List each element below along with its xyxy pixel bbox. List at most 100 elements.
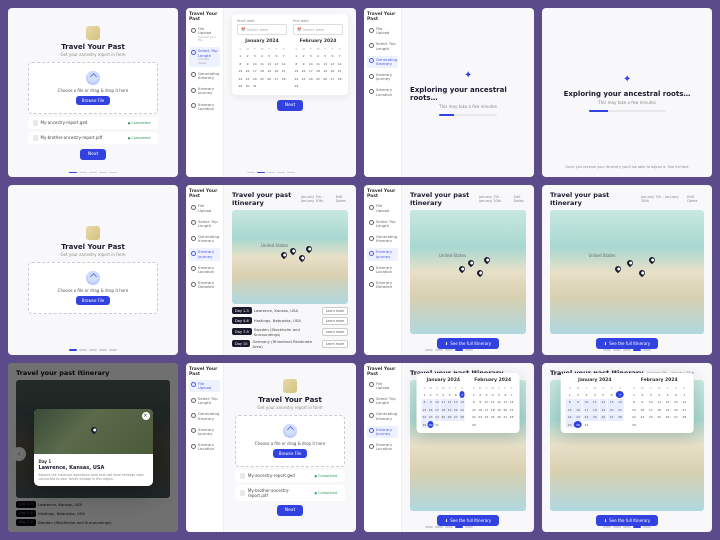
map-pin[interactable] (298, 254, 306, 262)
map-pin[interactable] (476, 268, 484, 276)
next-button[interactable]: Next (277, 100, 303, 111)
page-subtitle: Get your ancestry report in form (61, 52, 126, 57)
see-full-itinerary-button[interactable]: See the full Itinerary (596, 338, 658, 349)
sidebar-item[interactable]: File UploadUpload your file (189, 25, 220, 44)
edit-dates-link[interactable]: Edit Dates (687, 195, 704, 203)
file-icon (33, 120, 38, 126)
calendar-panel: Start date📅 Select date End date📅 Select… (232, 14, 348, 95)
map-pin[interactable] (626, 258, 634, 266)
status-badge: Completed (125, 120, 154, 126)
sidebar-item[interactable]: Select Trip LengthChoose dates (189, 47, 220, 66)
browse-button[interactable]: Browse File (76, 96, 111, 105)
end-date-label: End date (293, 19, 343, 23)
calendar-grid-pop2[interactable]: SMTWTFS123456789101112131415161718192021… (471, 385, 514, 429)
status-badge: Completed (125, 135, 154, 141)
modal-location: Lawrence, Kansas, USA (39, 465, 148, 471)
screen-location-modal: Travel your past Itinerary Day 1-3Lawren… (8, 363, 178, 532)
map-pin[interactable] (638, 268, 646, 276)
sidebar: Travel Your Past File Upload Select Trip… (186, 363, 224, 532)
loading-subtitle: This may take a few minutes (439, 104, 497, 109)
learn-more-button[interactable]: Learn more (322, 328, 348, 336)
see-full-itinerary-button[interactable]: See the full Itinerary (437, 338, 499, 349)
next-button[interactable]: Next (80, 149, 106, 160)
calendar-grid-pop1[interactable]: SMTWTFS123456789101112131415161718192021… (422, 385, 465, 429)
modal-description: Explore the historical downtown area and… (39, 473, 148, 481)
screen-itinerary-list: Travel Your Past File Upload Select Trip… (186, 185, 356, 354)
map-pin[interactable] (647, 256, 655, 264)
itinerary-list: Day 1-3Lawrence, Kansas, USALearn more D… (232, 307, 348, 349)
file-name: My-brother-ancestry-report.pdf (41, 135, 122, 140)
upload-dropzone[interactable]: Choose a file or drag & drop it here Bro… (28, 62, 159, 114)
screen-datepicker: Travel Your Past File UploadUpload your … (186, 8, 356, 177)
sparkle-icon (462, 70, 474, 82)
loading-footnote: Once you receive your itinerary you'll b… (565, 165, 688, 169)
start-date-input[interactable]: 📅 Select date (237, 24, 287, 35)
browse-button[interactable]: Browse File (273, 449, 308, 458)
map-pin[interactable] (467, 258, 475, 266)
browse-button[interactable]: Browse File (76, 296, 111, 305)
edit-dates-link[interactable]: Edit Dates (514, 195, 526, 203)
itinerary-row: Day 1-3Lawrence, Kansas, USALearn more (232, 307, 348, 315)
calendar-month-2: February 2024 SMTWTFS1234567891011121314… (293, 39, 343, 90)
calendar-grid-pop3[interactable]: SMTWTFS123456789101112131415161718192021… (566, 385, 624, 429)
page-subtitle: Get your ancestry report in form (61, 252, 126, 257)
screen-upload-files: Travel Your Past Get your ancestry repor… (8, 8, 178, 177)
screen-loading-alt: Exploring your ancestral roots… This may… (542, 8, 712, 177)
itinerary-map[interactable] (410, 210, 526, 333)
map-pin[interactable] (305, 245, 313, 253)
map-pin[interactable] (457, 265, 465, 273)
calendar-grid-1[interactable]: SMTWTFS123456789101112131415161718192021… (237, 46, 287, 90)
itinerary-title: Travel your past Itinerary (232, 191, 297, 207)
calendar-popover: January 2024SMTWTFS123456789101112131415… (561, 373, 694, 434)
modal-map[interactable]: × (34, 409, 153, 454)
itinerary-map[interactable] (232, 210, 348, 303)
modal-eyebrow: Day 1 (39, 459, 148, 464)
screen-map-datepicker: Travel Your Past File Upload Select Trip… (364, 363, 534, 532)
upload-icon (86, 271, 100, 285)
sidebar: Travel Your Past File Upload Select Trip… (364, 363, 402, 532)
app-logo (86, 226, 100, 240)
itinerary-title: Travel your past Itinerary (550, 191, 637, 207)
itinerary-map[interactable] (550, 210, 704, 333)
file-icon (33, 135, 38, 141)
upload-icon (283, 424, 297, 438)
modal-overlay[interactable]: × Day 1 Lawrence, Kansas, USA Explore th… (8, 363, 178, 532)
location-text: Lawrence, Kansas, USA (254, 308, 320, 313)
progress-bar (439, 114, 497, 116)
end-date-input[interactable]: 📅 Select date (293, 24, 343, 35)
sidebar: Travel Your Past File Upload Select Trip… (364, 185, 402, 354)
map-pin[interactable] (483, 256, 491, 264)
month-label: January 2024 (237, 39, 287, 44)
see-full-itinerary-button[interactable]: See the full Itinerary (437, 515, 499, 526)
sparkle-icon (621, 74, 633, 86)
date-range: January 7th – January 30th (301, 195, 333, 203)
calendar-grid-2[interactable]: SMTWTFS123456789101112131415161718192021… (293, 46, 343, 90)
upload-prompt: Choose a file or drag & drop it here (39, 88, 148, 93)
learn-more-button[interactable]: Learn more (322, 307, 348, 315)
day-tag: Day 1-3 (232, 307, 252, 314)
learn-more-button[interactable]: Learn more (322, 340, 348, 348)
learn-more-button[interactable]: Learn more (322, 317, 348, 325)
map-pin[interactable] (289, 246, 297, 254)
next-button[interactable]: Next (277, 505, 303, 516)
calendar-grid-pop4[interactable]: SMTWTFS123456789101112131415161718192021… (630, 385, 688, 429)
map-pin[interactable] (89, 425, 97, 433)
upload-dropzone[interactable]: Choose a file or drag & drop it here Bro… (28, 262, 159, 314)
see-full-itinerary-button[interactable]: See the full Itinerary (596, 515, 658, 526)
file-row: My-ancestry-report.ged Completed (28, 117, 159, 129)
screen-upload-progress: Travel Your Past File Upload Select Trip… (186, 363, 356, 532)
map-pin[interactable] (279, 251, 287, 259)
close-button[interactable]: × (142, 412, 150, 420)
upload-dropzone[interactable]: Choose a file or drag & drop it here Bro… (235, 415, 345, 467)
screen-map-datepicker-2: Travel your past ItineraryJanuary 7th – … (542, 363, 712, 532)
app-logo (86, 26, 100, 40)
itinerary-title: Travel your past Itinerary (410, 191, 475, 207)
sidebar-item[interactable]: Itinerary Location (189, 101, 220, 113)
page-title: Travel Your Past (258, 396, 322, 404)
sidebar-item[interactable]: Generating Itinerary (189, 70, 220, 82)
map-pin[interactable] (613, 265, 621, 273)
edit-dates-link[interactable]: Edit Dates (336, 195, 348, 203)
sidebar-item[interactable]: Itinerary Journey (189, 85, 220, 97)
calendar-month-1: January 2024 SMTWTFS12345678910111213141… (237, 39, 287, 90)
screen-upload-empty: Travel Your Past Get your ancestry repor… (8, 185, 178, 354)
